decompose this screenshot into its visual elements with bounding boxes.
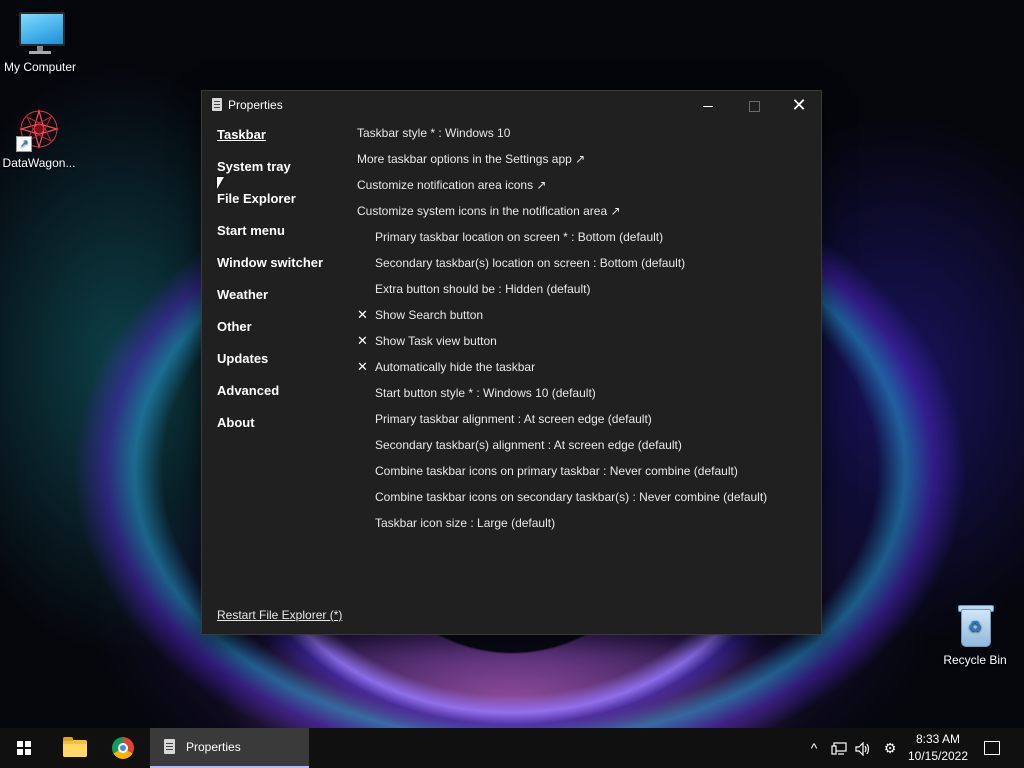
setting-start-button-style[interactable]: Start button style * : Windows 10 (defau…: [357, 385, 807, 411]
file-explorer-taskbar-button[interactable]: [50, 728, 98, 768]
setting-label: Automatically hide the taskbar: [375, 360, 536, 374]
setting-combine-primary-icons[interactable]: Combine taskbar icons on primary taskbar…: [357, 463, 807, 489]
close-button[interactable]: ✕: [776, 91, 822, 119]
star-shortcut-icon: ↗: [16, 106, 62, 152]
shortcut-arrow-icon: ↗: [16, 136, 32, 152]
sidebar-item-file-explorer[interactable]: File Explorer: [217, 191, 347, 223]
sidebar-item-advanced[interactable]: Advanced: [217, 383, 347, 415]
taskbar-app-label: Properties: [186, 740, 241, 754]
check-x-icon: ✕: [357, 359, 368, 374]
setting-label: Primary taskbar alignment : At screen ed…: [375, 412, 652, 426]
notification-icon: [984, 741, 1000, 756]
monitor-icon: [17, 10, 65, 56]
setting-label: Taskbar icon size : Large (default): [375, 516, 556, 530]
show-hidden-icons-button[interactable]: ^: [804, 728, 824, 768]
clock-time: 8:33 AM: [915, 732, 961, 746]
settings-list: Taskbar style * : Windows 10 More taskba…: [357, 125, 807, 541]
properties-window: Properties ✕ Taskbar System tray File Ex…: [201, 90, 822, 635]
close-icon: ✕: [791, 95, 807, 115]
chrome-icon: [112, 737, 134, 759]
window-titlebar[interactable]: Properties ✕: [202, 91, 821, 119]
setting-label: Taskbar style * : Windows 10: [357, 126, 511, 140]
sidebar-item-start-menu[interactable]: Start menu: [217, 223, 347, 255]
recycle-bin-icon: ♻: [952, 603, 998, 649]
setting-label: Show Task view button: [375, 334, 497, 348]
volume-icon: [855, 741, 870, 757]
setting-secondary-taskbar-location[interactable]: Secondary taskbar(s) location on screen …: [357, 255, 807, 281]
restart-file-explorer-link[interactable]: Restart File Explorer (*): [217, 608, 342, 622]
desktop-icon-label: Recycle Bin: [943, 653, 1007, 667]
link-customize-system-icons[interactable]: Customize system icons in the notificati…: [357, 203, 807, 229]
setting-primary-taskbar-location[interactable]: Primary taskbar location on screen * : B…: [357, 229, 807, 255]
chevron-up-icon: ^: [810, 740, 818, 756]
setting-show-search-button[interactable]: ✕ Show Search button: [357, 307, 807, 333]
setting-combine-secondary-icons[interactable]: Combine taskbar icons on secondary taskb…: [357, 489, 807, 515]
desktop-icon-recycle-bin[interactable]: ♻ Recycle Bin: [935, 603, 1015, 667]
window-title: Properties: [228, 98, 283, 112]
setting-label: More taskbar options in the Settings app…: [357, 152, 586, 166]
setting-label: Secondary taskbar(s) alignment : At scre…: [375, 438, 682, 452]
setting-label: Extra button should be : Hidden (default…: [375, 282, 591, 296]
desktop-icon-my-computer[interactable]: My Computer: [0, 10, 80, 74]
maximize-icon: [748, 100, 760, 112]
settings-tray-button[interactable]: ⚙: [878, 728, 902, 768]
desktop-icon-label: DataWagon...: [2, 156, 76, 170]
taskbar: Properties ^ ⚙ 8:33 AM 10/15/2022: [0, 728, 1024, 768]
desktop-icon-label: My Computer: [3, 60, 77, 74]
windows-logo-icon: [17, 741, 31, 755]
sidebar-nav: Taskbar System tray File Explorer Start …: [217, 127, 347, 447]
mouse-cursor-icon: [217, 177, 224, 189]
link-more-taskbar-options[interactable]: More taskbar options in the Settings app…: [357, 151, 807, 177]
action-center-button[interactable]: [978, 728, 1006, 768]
chrome-taskbar-button[interactable]: [99, 728, 147, 768]
setting-label: Secondary taskbar(s) location on screen …: [375, 256, 686, 270]
sidebar-item-weather[interactable]: Weather: [217, 287, 347, 319]
maximize-button[interactable]: [731, 91, 777, 119]
network-icon: [831, 742, 847, 755]
minimize-button[interactable]: [685, 91, 731, 119]
clock-date: 10/15/2022: [907, 749, 969, 763]
check-x-icon: ✕: [357, 333, 368, 348]
sidebar-item-system-tray[interactable]: System tray: [217, 159, 347, 191]
setting-label: Combine taskbar icons on primary taskbar…: [375, 464, 738, 478]
setting-primary-taskbar-alignment[interactable]: Primary taskbar alignment : At screen ed…: [357, 411, 807, 437]
setting-label: Combine taskbar icons on secondary taskb…: [375, 490, 768, 504]
setting-extra-button[interactable]: Extra button should be : Hidden (default…: [357, 281, 807, 307]
sidebar-item-about[interactable]: About: [217, 415, 347, 447]
setting-label: Start button style * : Windows 10 (defau…: [375, 386, 596, 400]
gear-icon: ⚙: [883, 740, 897, 756]
properties-app-icon: [164, 739, 175, 754]
setting-auto-hide-taskbar[interactable]: ✕ Automatically hide the taskbar: [357, 359, 807, 385]
sidebar-item-taskbar[interactable]: Taskbar: [217, 127, 347, 159]
desktop-icon-datawagon[interactable]: ↗ DataWagon...: [0, 106, 79, 170]
properties-app-icon: [212, 98, 222, 111]
sidebar-item-other[interactable]: Other: [217, 319, 347, 351]
properties-taskbar-button[interactable]: Properties: [150, 728, 309, 768]
setting-secondary-taskbar-alignment[interactable]: Secondary taskbar(s) alignment : At scre…: [357, 437, 807, 463]
volume-tray-button[interactable]: [852, 728, 874, 768]
setting-label: Customize notification area icons ↗: [357, 178, 547, 192]
setting-show-task-view-button[interactable]: ✕ Show Task view button: [357, 333, 807, 359]
setting-taskbar-style[interactable]: Taskbar style * : Windows 10: [357, 125, 807, 151]
sidebar-item-updates[interactable]: Updates: [217, 351, 347, 383]
start-button[interactable]: [0, 728, 48, 768]
setting-label: Show Search button: [375, 308, 484, 322]
taskbar-clock[interactable]: 8:33 AM 10/15/2022: [905, 731, 971, 765]
network-tray-button[interactable]: [828, 728, 850, 768]
setting-label: Customize system icons in the notificati…: [357, 204, 621, 218]
setting-label: Primary taskbar location on screen * : B…: [375, 230, 664, 244]
minimize-icon: [703, 105, 713, 107]
check-x-icon: ✕: [357, 307, 368, 322]
folder-icon: [63, 737, 87, 757]
link-customize-notification-icons[interactable]: Customize notification area icons ↗: [357, 177, 807, 203]
sidebar-item-window-switcher[interactable]: Window switcher: [217, 255, 347, 287]
setting-taskbar-icon-size[interactable]: Taskbar icon size : Large (default): [357, 515, 807, 541]
